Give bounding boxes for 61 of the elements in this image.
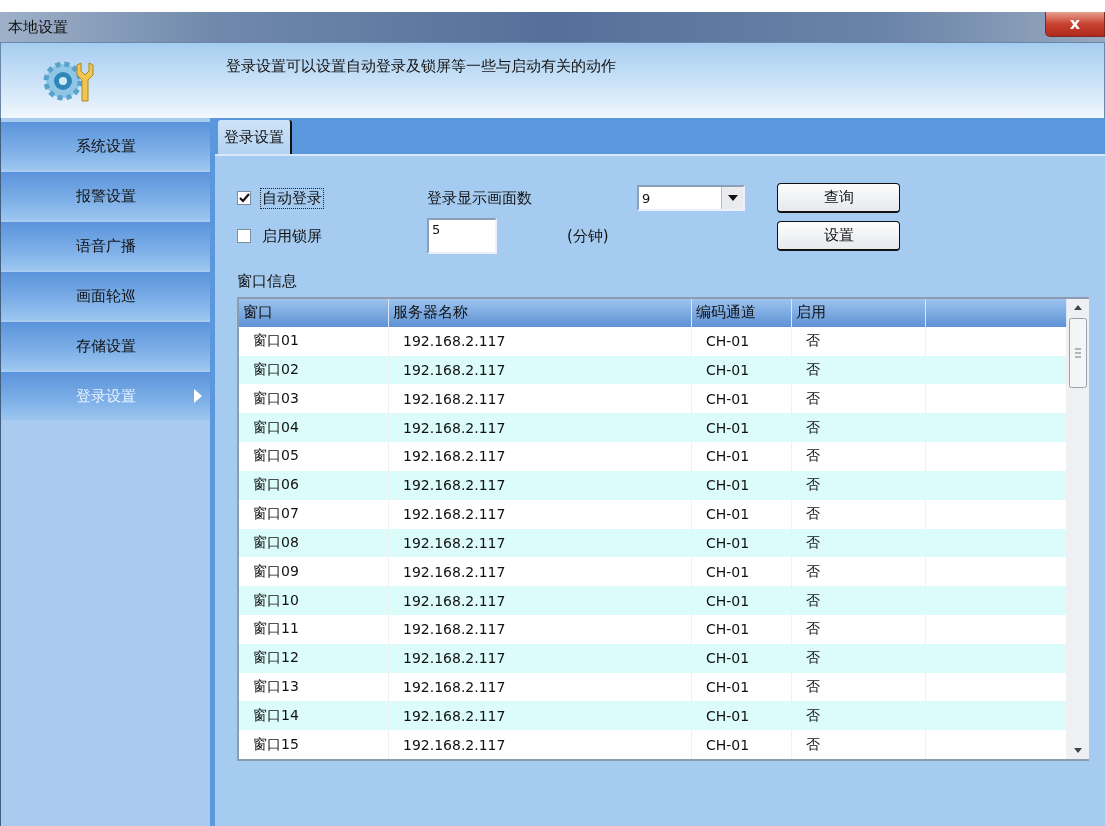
minutes-field[interactable]: 5 [427, 218, 497, 254]
table-cell: 窗口01 [239, 326, 389, 356]
unit-label: (分钟) [567, 226, 610, 246]
table-cell: 窗口05 [239, 442, 389, 471]
set-button[interactable]: 设置 [777, 221, 900, 251]
table-cell: 否 [792, 442, 926, 471]
table-cell: CH-01 [692, 730, 792, 759]
table-cell: 192.168.2.117 [389, 499, 692, 529]
column-header[interactable]: 窗口 [239, 299, 389, 327]
table-cell: 192.168.2.117 [389, 614, 692, 644]
header-description: 登录设置可以设置自动登录及锁屏等一些与启动有关的动作 [226, 57, 616, 76]
sidebar-item[interactable]: 画面轮巡 [1, 272, 210, 320]
table-cell: 窗口07 [239, 499, 389, 529]
table-cell: CH-01 [692, 614, 792, 644]
table-cell: 192.168.2.117 [389, 730, 692, 759]
table-cell: 否 [792, 614, 926, 644]
checkbox-label[interactable]: 自动登录 [261, 188, 323, 208]
table-cell: CH-01 [692, 499, 792, 529]
checkbox[interactable] [237, 191, 251, 205]
display-count-dropdown[interactable]: 9 [637, 185, 745, 211]
table-cell: CH-01 [692, 586, 792, 615]
sidebar-item[interactable]: 报警设置 [1, 172, 210, 220]
table-cell: 192.168.2.117 [389, 326, 692, 356]
arrow-icon [194, 389, 202, 403]
column-header[interactable]: 编码通道 [692, 299, 792, 327]
display-count-label: 登录显示画面数 [427, 188, 533, 208]
table-cell: 否 [792, 499, 926, 529]
window-title: 本地设置 [8, 17, 68, 37]
table-cell: 窗口06 [239, 470, 389, 500]
tab[interactable]: 登录设置 [218, 120, 292, 154]
table-cell: CH-01 [692, 326, 792, 356]
table-cell: 192.168.2.117 [389, 643, 692, 673]
table-cell: 窗口12 [239, 643, 389, 673]
table-cell: 192.168.2.117 [389, 442, 692, 471]
table-cell: CH-01 [692, 442, 792, 471]
column-header[interactable]: 服务器名称 [389, 299, 692, 327]
table-cell: 窗口10 [239, 586, 389, 615]
table-cell: CH-01 [692, 470, 792, 500]
dropdown-arrow-icon[interactable] [727, 195, 738, 201]
table-cell: 否 [792, 730, 926, 759]
sidebar-item[interactable]: 存储设置 [1, 322, 210, 370]
close-button[interactable]: x [1045, 12, 1105, 37]
table-cell: CH-01 [692, 643, 792, 673]
table-cell: 窗口11 [239, 614, 389, 644]
sidebar-item[interactable]: 系统设置 [1, 122, 210, 170]
sidebar-item[interactable]: 语音广播 [1, 222, 210, 270]
table-cell: 192.168.2.117 [389, 586, 692, 615]
scrollbar-thumb[interactable] [1069, 318, 1087, 388]
scroll-up-icon[interactable] [1074, 305, 1082, 310]
checkbox[interactable] [237, 229, 251, 243]
table-cell: 否 [792, 586, 926, 615]
scroll-down-icon[interactable] [1074, 748, 1082, 753]
table-cell: 否 [792, 326, 926, 356]
table-cell: 否 [792, 470, 926, 500]
checkbox-label[interactable]: 启用锁屏 [261, 226, 323, 246]
table-title: 窗口信息 [237, 272, 298, 291]
table-cell: 192.168.2.117 [389, 470, 692, 500]
query-button[interactable]: 查询 [777, 183, 900, 213]
column-header[interactable]: 启用 [792, 299, 926, 327]
table-cell: 否 [792, 643, 926, 673]
table-cell: 窗口15 [239, 730, 389, 759]
